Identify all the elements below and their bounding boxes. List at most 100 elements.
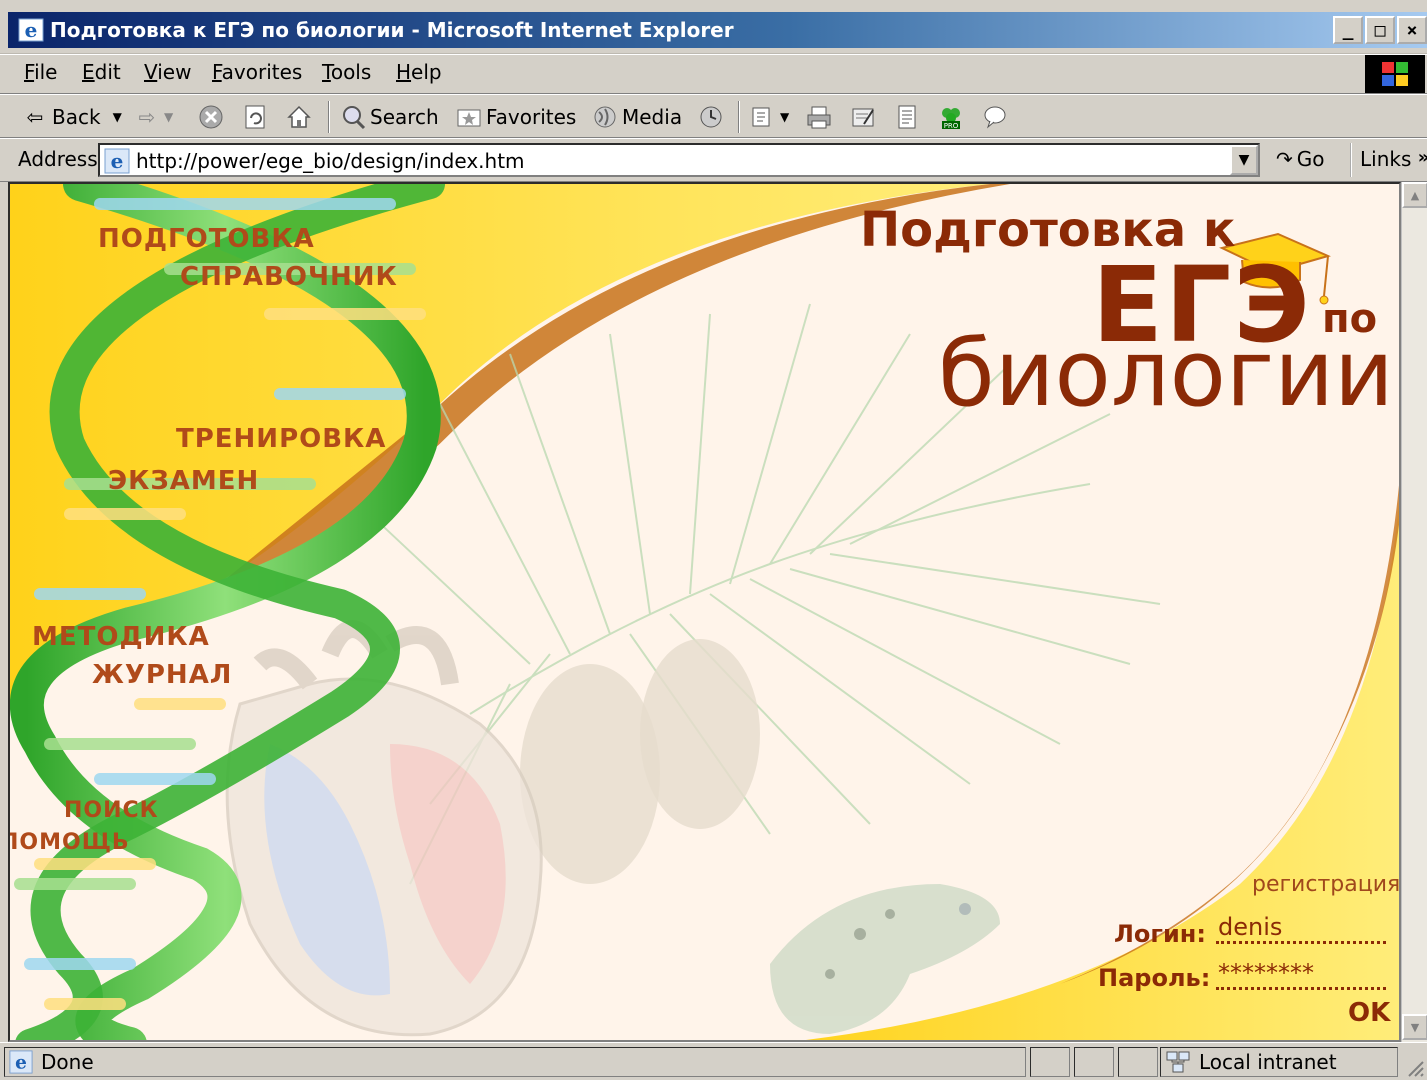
nav-metodika[interactable]: МЕТОДИКА	[32, 622, 210, 652]
nav-poisk[interactable]: ПОИСК	[64, 798, 159, 823]
toolbar-separator	[738, 101, 740, 133]
zone-label: Local intranet	[1199, 1050, 1337, 1074]
address-dropdown-button[interactable]: ▼	[1230, 145, 1258, 175]
ok-button[interactable]: OK	[1348, 998, 1390, 1028]
print-button[interactable]	[806, 101, 832, 133]
minimize-button[interactable]: _	[1333, 16, 1363, 44]
scroll-down-button[interactable]: ▼	[1402, 1014, 1427, 1040]
back-button[interactable]: ⇦ Back ▼	[22, 101, 122, 133]
links-more-icon[interactable]: »	[1418, 147, 1427, 168]
maximize-button[interactable]: □	[1365, 16, 1395, 44]
password-label: Пароль:	[1098, 964, 1211, 992]
home-icon	[287, 105, 311, 128]
links-label: Links	[1360, 147, 1412, 171]
chevron-down-icon: ▼	[1410, 1020, 1420, 1034]
home-button[interactable]	[286, 101, 312, 133]
document-icon	[898, 105, 916, 129]
address-label: Address	[18, 147, 98, 171]
history-button[interactable]	[698, 101, 724, 133]
register-link[interactable]: регистрация	[1252, 872, 1399, 897]
heart-diagram-illustration	[225, 620, 543, 1037]
menu-view[interactable]: View	[144, 60, 191, 84]
refresh-icon	[245, 105, 265, 129]
links-toolbar[interactable]: Links »	[1350, 143, 1427, 177]
page-done-icon: e	[9, 1050, 33, 1074]
nav-spravochnik[interactable]: СПРАВОЧНИК	[180, 262, 398, 292]
mail-button[interactable]: ▼	[750, 101, 789, 133]
status-main: e Done	[4, 1047, 1026, 1077]
window-title: Подготовка к ЕГЭ по биологии - Microsoft…	[50, 18, 734, 42]
discuss-button[interactable]	[894, 101, 920, 133]
back-label: Back	[52, 105, 101, 129]
nav-podgotovka[interactable]: ПОДГОТОВКА	[98, 224, 315, 254]
chat-bubble-icon	[984, 106, 1006, 129]
svg-text:e: e	[15, 1052, 27, 1073]
go-arrow-icon: ↷	[1276, 147, 1293, 171]
svg-text:e: e	[25, 18, 38, 42]
svg-text:e: e	[111, 149, 124, 173]
edit-page-icon	[852, 108, 874, 127]
stop-button[interactable]	[198, 101, 224, 133]
menu-tools[interactable]: Tools	[322, 60, 371, 84]
status-cell	[1030, 1047, 1070, 1077]
mail-icon	[752, 107, 770, 127]
go-label: Go	[1296, 147, 1325, 171]
status-cell	[1074, 1047, 1114, 1077]
history-icon	[700, 106, 722, 128]
toolbar-separator	[328, 101, 330, 133]
address-input-box[interactable]: e http://power/ege_bio/design/index.htm …	[98, 143, 1260, 177]
forward-dropdown-icon[interactable]: ▼	[164, 110, 173, 124]
window-title-bar[interactable]: e Подготовка к ЕГЭ по биологии - Microso…	[0, 0, 1427, 54]
page-content: ПОДГОТОВКА СПРАВОЧНИК ТРЕНИРОВКА ЭКЗАМЕН…	[8, 182, 1401, 1042]
refresh-button[interactable]	[242, 101, 268, 133]
forward-button[interactable]: ⇨ ▼	[134, 101, 174, 133]
chevron-down-icon: ▼	[1238, 152, 1250, 168]
messenger-button[interactable]: PRO	[938, 101, 964, 133]
forward-arrow-icon: ⇨	[138, 105, 156, 129]
vertical-scrollbar[interactable]: ▲ ▼	[1401, 182, 1427, 1042]
login-label: Логин:	[1114, 920, 1206, 948]
close-button[interactable]: ×	[1397, 16, 1427, 44]
chat-button[interactable]	[982, 101, 1008, 133]
brand-line-4: биологии	[938, 320, 1394, 427]
menu-bar: File Edit View Favorites Tools Help	[0, 54, 1427, 94]
favorites-label: Favorites	[486, 105, 577, 129]
local-intranet-icon	[1166, 1051, 1190, 1073]
stop-icon	[199, 105, 223, 129]
favorites-button[interactable]: Favorites	[456, 101, 576, 133]
go-button[interactable]: ↷ Go	[1276, 147, 1325, 171]
favorites-star-icon	[457, 109, 481, 127]
svg-text:PRO: PRO	[944, 122, 959, 130]
search-button[interactable]: Search	[340, 101, 439, 133]
title-bar-gradient[interactable]: e Подготовка к ЕГЭ по биологии - Microso…	[8, 12, 1427, 48]
scroll-up-button[interactable]: ▲	[1402, 182, 1427, 208]
page-ie-icon: e	[104, 148, 130, 174]
messenger-pro-icon: PRO	[942, 108, 960, 130]
nav-pomoshch[interactable]: ПОМОЩЬ	[10, 830, 130, 855]
address-bar: Address e http://power/ege_bio/design/in…	[0, 138, 1427, 182]
media-icon	[594, 106, 616, 128]
nav-ekzamen[interactable]: ЭКЗАМЕН	[108, 466, 259, 496]
menu-favorites[interactable]: Favorites	[212, 60, 302, 84]
status-cell	[1118, 1047, 1158, 1077]
nav-zhurnal[interactable]: ЖУРНАЛ	[92, 660, 232, 690]
media-button[interactable]: Media	[592, 101, 682, 133]
menu-edit[interactable]: Edit	[82, 60, 121, 84]
resize-grip-icon[interactable]	[1403, 1056, 1425, 1078]
edit-button[interactable]	[850, 101, 876, 133]
nav-trenirovka[interactable]: ТРЕНИРОВКА	[176, 424, 386, 454]
search-label: Search	[370, 105, 439, 129]
status-text: Done	[41, 1050, 94, 1074]
menu-file[interactable]: File	[24, 60, 57, 84]
login-input[interactable]	[1216, 912, 1386, 944]
mail-dropdown-icon[interactable]: ▼	[780, 110, 789, 124]
security-zone: Local intranet	[1160, 1047, 1398, 1077]
menu-help[interactable]: Help	[396, 60, 442, 84]
address-url[interactable]: http://power/ege_bio/design/index.htm	[136, 149, 525, 173]
print-icon	[807, 106, 831, 129]
internet-explorer-icon: e	[18, 18, 44, 42]
back-dropdown-icon[interactable]: ▼	[113, 110, 122, 124]
password-input[interactable]	[1216, 958, 1386, 990]
media-label: Media	[622, 105, 683, 129]
windows-logo-icon	[1365, 55, 1425, 93]
